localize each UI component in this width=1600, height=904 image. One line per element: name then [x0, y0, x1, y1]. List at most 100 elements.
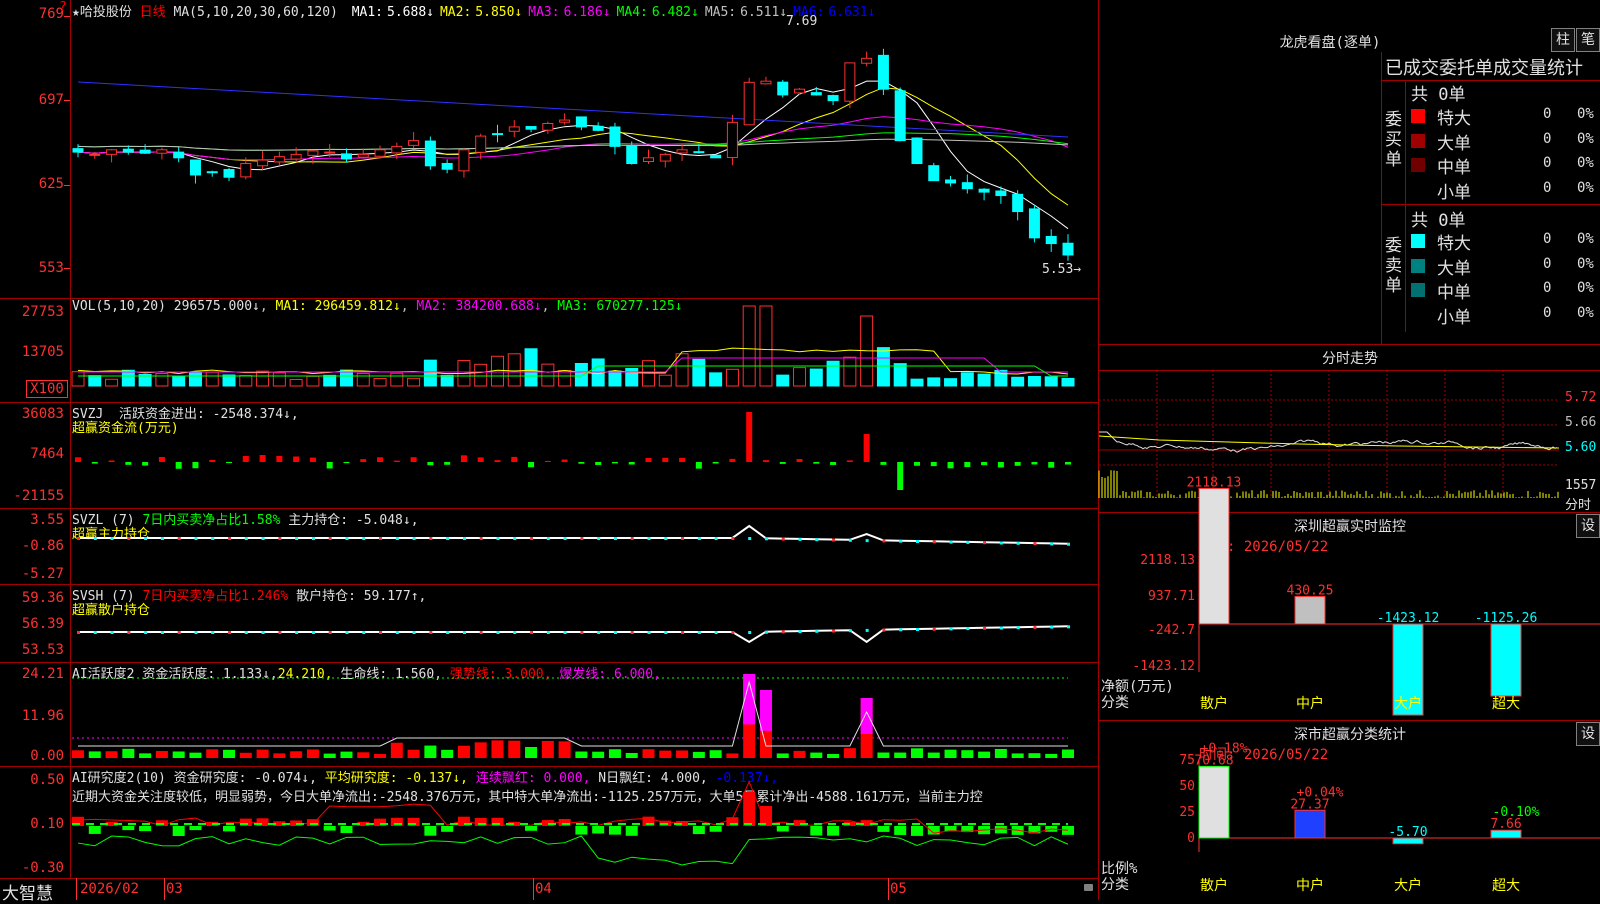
- svzl-panel[interactable]: 3.55 -0.86 -5.27 SVZL (7) 7日内买卖净占比1.58% …: [0, 508, 1098, 585]
- fund-flow-bar: [343, 462, 350, 464]
- sell-side-label: 委卖单: [1385, 236, 1402, 296]
- price-panel[interactable]: 769 697 625 553 ? ★哈投股份 日线 MA(5,10,20,30…: [0, 0, 1098, 299]
- fund-flow-bar: [913, 462, 920, 466]
- holding-marker: [546, 631, 550, 634]
- tick-mode-button[interactable]: 笔: [1576, 28, 1600, 52]
- candle-body: [441, 162, 453, 170]
- ai-activity-panel[interactable]: 24.21 11.96 0.00 AI活跃度2 资金活跃度: 1.133↓,24…: [0, 662, 1098, 767]
- volume-bar: [608, 370, 622, 387]
- research-bar: [575, 826, 588, 835]
- holding-marker: [613, 631, 617, 634]
- volume-bar: [71, 371, 85, 387]
- research-bar: [139, 826, 152, 832]
- svsh-panel[interactable]: 59.36 56.39 53.53 SVSH (7) 7日内买卖净占比1.246…: [0, 584, 1098, 663]
- sz-monitor-cls: 分类: [1101, 695, 1129, 711]
- fund-flow-bar: [209, 459, 216, 462]
- fund-flow-bar: [679, 457, 686, 462]
- activity-bar: [1011, 753, 1024, 758]
- holding-marker: [127, 537, 131, 540]
- candle-body: [676, 149, 688, 154]
- bar-mode-button[interactable]: 柱: [1551, 28, 1575, 52]
- candle-body: [122, 148, 134, 153]
- fund-flow-bar: [393, 460, 400, 462]
- candle-body: [542, 122, 554, 131]
- activity-bar: [424, 745, 437, 758]
- volume-bar: [256, 370, 270, 387]
- category-label: 超大: [1492, 696, 1520, 712]
- retail-holding-line: [78, 625, 1069, 644]
- holding-marker: [731, 537, 735, 540]
- intraday-price-line: [1099, 431, 1558, 453]
- lhb-row: 中单 0 0%: [1411, 278, 1600, 303]
- research-bar: [743, 792, 756, 826]
- svzj-panel[interactable]: 36083 7464 -21155 SVZJ 活跃资金进出: -2548.374…: [0, 402, 1098, 509]
- sz-monitor-panel[interactable]: 深圳超赢实时监控 设 时间: 2026/05/22 2118.13 937.71-…: [1098, 475, 1600, 721]
- holding-marker: [144, 631, 148, 634]
- volume-bar: [507, 353, 521, 387]
- holding-marker: [110, 631, 114, 634]
- research-bar: [88, 826, 101, 834]
- volume-bar: [658, 374, 672, 387]
- sz-stats-panel[interactable]: 深市超赢分类统计 设 时间: 2026/05/22 75 50 25 0 70.68 散户…: [1098, 720, 1600, 900]
- holding-marker: [328, 631, 332, 634]
- holding-marker: [311, 537, 315, 540]
- activity-bar: [810, 752, 823, 758]
- holding-marker: [362, 537, 366, 540]
- candle-body: [525, 126, 537, 130]
- category-bar: [1294, 809, 1326, 839]
- holding-marker: [915, 540, 919, 543]
- x-label: 05: [890, 881, 907, 897]
- lock-icon[interactable]: [1084, 884, 1093, 891]
- bar-delta-label: +0.18%: [1201, 741, 1248, 756]
- candle-body: [643, 157, 655, 163]
- activity-bar: [474, 742, 487, 758]
- fund-flow-bar: [460, 455, 467, 462]
- buy-total: 共 0单: [1411, 85, 1466, 105]
- holding-marker: [647, 537, 651, 540]
- holding-marker: [77, 537, 80, 540]
- volume-bar: [105, 378, 119, 387]
- activity-bar: [978, 751, 991, 758]
- fund-flow-bar: [75, 457, 81, 462]
- fund-flow-bar: [158, 456, 165, 462]
- activity-bar: [692, 751, 705, 758]
- candle-body: [273, 156, 285, 163]
- volume-bar: [289, 378, 303, 387]
- candle-body: [743, 81, 755, 126]
- ai-research-chart: [72, 780, 1074, 866]
- fund-flow-bar: [528, 462, 535, 468]
- fund-flow-bar: [662, 457, 669, 462]
- volume-bar: [1061, 377, 1075, 387]
- ai-research-panel[interactable]: 0.50 0.10 -0.30 AI研究度2(10) 资金研究度: -0.074…: [0, 766, 1098, 879]
- volume-bar: [977, 373, 991, 387]
- fund-flow-bar: [326, 462, 333, 469]
- holding-marker: [446, 537, 450, 540]
- holding-marker: [630, 537, 634, 540]
- volume-bar: [155, 372, 169, 387]
- activity-bar: [491, 740, 504, 758]
- volume-panel[interactable]: 27753 13705 X100 VOL(5,10,20) 296575.000…: [0, 298, 1098, 403]
- category-label: 大户: [1394, 695, 1422, 712]
- lhb-row-name: 特大: [1437, 109, 1471, 129]
- volume-bar: [121, 369, 135, 387]
- fund-flow-bar: [427, 462, 434, 466]
- research-bar: [910, 826, 923, 836]
- fund-flow-bar: [1031, 462, 1038, 465]
- category-label: 中户: [1296, 877, 1324, 894]
- lhb-row-pct: 0%: [1577, 155, 1594, 171]
- candle-body: [1045, 235, 1057, 245]
- holding-marker: [479, 537, 483, 540]
- fund-flow-bar: [578, 462, 585, 464]
- research-bar: [827, 826, 840, 836]
- candle-body: [559, 119, 571, 123]
- holding-marker: [412, 537, 416, 540]
- candle-body: [827, 95, 839, 102]
- bar-delta-label: +0.04%: [1297, 785, 1344, 800]
- activity-bar: [122, 748, 135, 758]
- holding-marker: [966, 540, 970, 544]
- fund-flow-bar: [712, 462, 719, 464]
- brand-label: 大智慧: [2, 884, 53, 904]
- intraday-panel[interactable]: 分时走势 5.72 5.66 5.60 1557 分时: [1098, 344, 1600, 513]
- activity-bar: [155, 751, 168, 758]
- fund-flow-bar: [293, 456, 300, 462]
